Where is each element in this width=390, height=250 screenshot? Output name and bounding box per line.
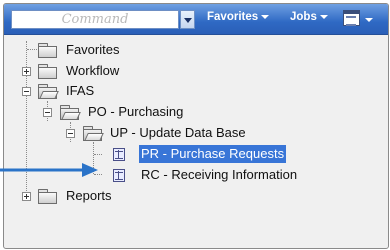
collapse-icon[interactable] [22,87,31,96]
jobs-menu-label: Jobs [290,11,317,23]
collapse-icon[interactable] [66,129,75,138]
collapse-icon[interactable] [43,108,52,117]
navigation-tree: Favorites Workflow IFAS PO - Purchasing … [4,35,388,248]
pointer-arrow-icon [0,163,98,177]
chevron-down-icon [365,18,373,22]
folder-open-icon [83,126,104,141]
tree-item-ifas[interactable]: IFAS [4,82,204,100]
tree-item-label: IFAS [66,83,95,98]
tree-item-pr-purchase-requests[interactable]: PR - Purchase Requests [4,145,304,163]
chevron-down-icon [319,14,328,19]
form-icon [113,169,125,182]
tree-item-up-update-data-base[interactable]: UP - Update Data Base [4,124,304,142]
folder-icon [38,189,57,204]
view-options-button[interactable] [341,9,379,29]
tree-item-label: UP - Update Data Base [110,125,246,140]
tree-item-label: Favorites [66,42,120,57]
command-input[interactable] [11,10,179,29]
tree-item-label: PR - Purchase Requests [139,145,287,163]
expand-icon[interactable] [22,67,31,76]
tree-item-reports[interactable]: Reports [4,187,204,205]
command-dropdown-button[interactable] [180,10,195,29]
tree-item-label: Reports [66,188,112,203]
folder-icon [38,64,57,79]
favorites-menu[interactable]: Favorites [207,11,270,23]
tree-item-label: PO - Purchasing [88,104,184,119]
folder-open-icon [38,84,59,99]
form-icon [113,148,125,161]
tree-item-label: Workflow [66,63,120,78]
jobs-menu[interactable]: Jobs [290,11,328,23]
chevron-down-icon [261,14,270,19]
expand-icon[interactable] [22,192,31,201]
folder-icon [38,43,57,58]
toolbar: Favorites Jobs [4,4,388,35]
tree-item-po-purchasing[interactable]: PO - Purchasing [4,103,224,121]
tree-item-label: RC - Receiving Information [141,167,298,182]
tree-item-favorites[interactable]: Favorites [4,41,204,59]
favorites-menu-label: Favorites [207,11,259,23]
folder-open-icon [60,105,81,120]
navigator-panel: Favorites Jobs Favorites Workflow [3,3,389,249]
window-icon [343,10,360,26]
tree-item-workflow[interactable]: Workflow [4,62,204,80]
